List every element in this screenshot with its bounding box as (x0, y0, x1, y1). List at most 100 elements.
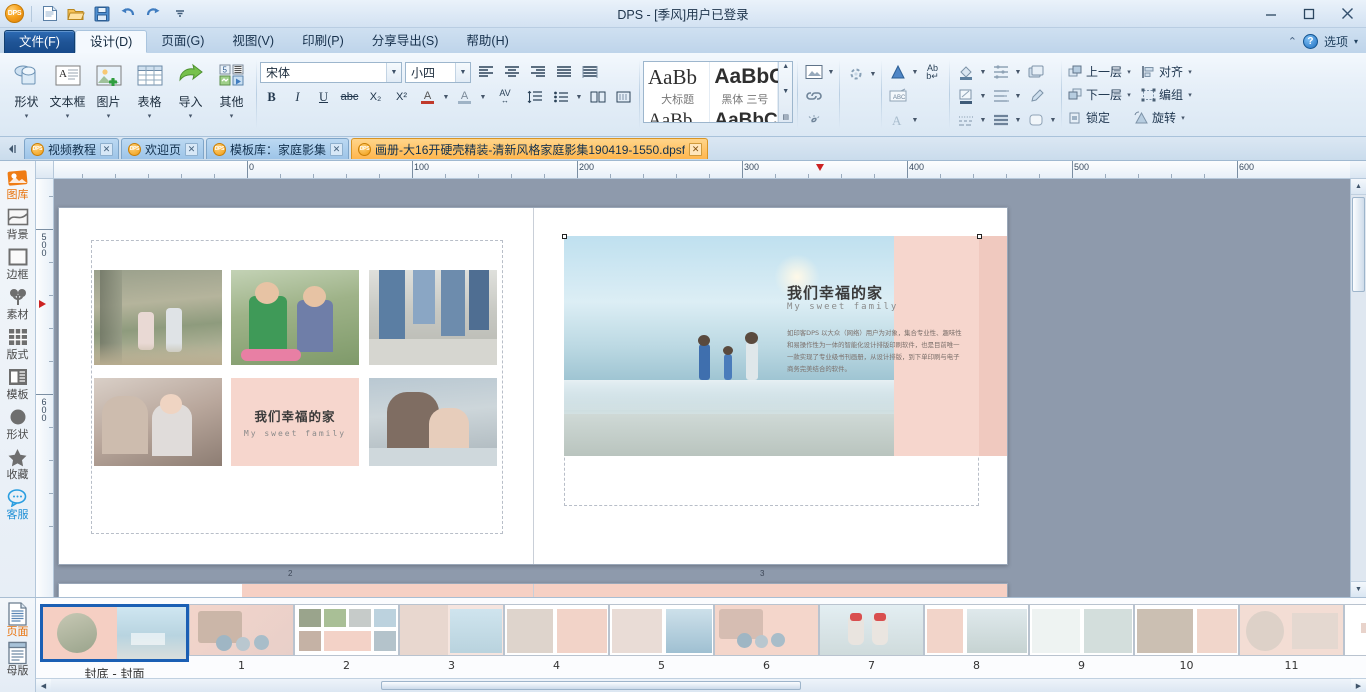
panel-tab-pages[interactable]: 页面 (0, 600, 36, 639)
chevron-down-icon[interactable] (169, 3, 190, 24)
insert-picture-button[interactable]: 图片 ▾ (88, 57, 129, 121)
character-spacing-button[interactable]: AV ↔ (490, 86, 520, 108)
menu-item-design[interactable]: 设计(D) (75, 30, 147, 53)
image-frame-tool-button[interactable] (801, 61, 826, 83)
chevron-down-icon[interactable]: ▼ (1014, 69, 1022, 76)
chevron-down-icon[interactable]: ▼ (455, 63, 470, 82)
app-logo-icon[interactable]: DPS (5, 4, 24, 23)
sidebar-item-layout[interactable]: 版式 (0, 323, 36, 363)
cover-title-en[interactable]: My sweet family (787, 302, 987, 312)
document-tab-video-tutorial[interactable]: DPS 视频教程 ✕ (24, 138, 119, 159)
selection-handle[interactable] (562, 234, 567, 239)
photo-grid-cell-2[interactable] (231, 270, 359, 365)
chevron-down-icon[interactable]: ▾ (66, 113, 70, 121)
menu-item-help[interactable]: 帮助(H) (452, 30, 522, 53)
selection-handle[interactable] (977, 234, 982, 239)
chevron-down-icon[interactable]: ▾ (1186, 91, 1194, 99)
sidebar-item-shape[interactable]: 形状 (0, 403, 36, 443)
unlink-tool-button[interactable] (801, 109, 826, 131)
align-right-button[interactable] (526, 61, 549, 83)
page-spread-current[interactable]: 我们幸福的家 My sweet family (58, 207, 1008, 565)
sidebar-item-border[interactable]: 边框 (0, 243, 36, 283)
menu-item-page[interactable]: 页面(G) (147, 30, 218, 53)
page-thumbnail-6[interactable]: 6 (714, 604, 819, 672)
open-folder-icon[interactable] (65, 3, 86, 24)
chevron-down-icon[interactable]: ▾ (107, 113, 111, 121)
italic-button[interactable]: I (286, 86, 309, 108)
align-center-button[interactable] (500, 61, 523, 83)
save-disk-icon[interactable] (91, 3, 112, 24)
chevron-down-icon[interactable]: ▼ (575, 94, 583, 101)
effects-tool-button[interactable] (843, 63, 868, 85)
options-caret-icon[interactable]: ▾ (1354, 37, 1358, 46)
document-canvas[interactable]: 我们幸福的家 My sweet family (54, 179, 1350, 597)
page-thumbnail-3[interactable]: 3 (399, 604, 504, 672)
maximize-button[interactable] (1290, 0, 1328, 28)
close-icon[interactable]: ✕ (689, 143, 702, 156)
caption-block-left-page[interactable]: 我们幸福的家 My sweet family (231, 378, 359, 466)
sidebar-item-favorites[interactable]: 收藏 (0, 443, 36, 483)
highlight-color-button[interactable]: A (453, 86, 476, 108)
align-objects-button[interactable]: 对齐 ▾ (1138, 61, 1197, 82)
underline-button[interactable]: U (312, 86, 335, 108)
page-thumbnail-10[interactable]: 10 (1134, 604, 1239, 672)
minimize-button[interactable] (1252, 0, 1290, 28)
columns-button[interactable] (586, 86, 609, 108)
undo-arrow-icon[interactable] (117, 3, 138, 24)
line-color-tool-button[interactable] (953, 85, 978, 107)
scroll-left-icon[interactable]: ◀ (36, 679, 51, 692)
menu-item-print[interactable]: 印刷(P) (288, 30, 358, 53)
wordart-tool-button[interactable] (885, 61, 910, 83)
dashed-line-tool-button[interactable] (953, 109, 978, 131)
chevron-down-icon[interactable]: ▾ (148, 113, 152, 121)
collapse-ribbon-icon[interactable]: ⌃ (1288, 35, 1297, 48)
close-icon[interactable]: ✕ (185, 143, 198, 156)
close-icon[interactable]: ✕ (100, 143, 113, 156)
font-family-select[interactable]: 宋体 ▼ (260, 62, 402, 83)
sidebar-item-material[interactable]: 素材 (0, 283, 36, 323)
fill-color-tool-button[interactable] (953, 61, 978, 83)
page-thumbnail-strip[interactable]: 封底 - 封面 1 (36, 598, 1366, 692)
bold-button[interactable]: B (260, 86, 283, 108)
chevron-down-icon[interactable]: ▾ (1186, 68, 1194, 76)
chevron-down-icon[interactable]: ▾ (1125, 68, 1133, 76)
send-backward-button[interactable]: 下一层 ▾ (1065, 84, 1136, 105)
page-thumbnail-7[interactable]: 7 (819, 604, 924, 672)
menu-item-view[interactable]: 视图(V) (218, 30, 288, 53)
options-button[interactable]: 选项 (1324, 33, 1348, 50)
page-thumbnail-2[interactable]: 2 (294, 604, 399, 672)
style-gallery-item-0[interactable]: AaBb 大标题 AaBb (644, 62, 710, 122)
sidebar-item-template[interactable]: 模板 (0, 363, 36, 403)
photo-grid-cell-3[interactable] (369, 270, 497, 365)
style-gallery-scrollbar[interactable]: ▲ ▼ ▤ (778, 62, 792, 122)
bullet-list-button[interactable] (549, 86, 572, 108)
chevron-down-icon[interactable]: ▼ (1014, 117, 1022, 124)
align-justify-button[interactable] (552, 61, 575, 83)
rounded-rect-tool-button[interactable] (1023, 109, 1048, 131)
page-thumbnail-5[interactable]: 5 (609, 604, 714, 672)
vertical-ruler[interactable]: 500 600 (36, 179, 54, 597)
document-tab-active-album[interactable]: DPS 画册-大16开硬壳精装-清新风格家庭影集190419-1550.dpsf… (351, 138, 708, 159)
document-tab-template-library[interactable]: DPS 模板库：家庭影集 ✕ (206, 138, 349, 159)
superscript-button[interactable]: X² (390, 86, 413, 108)
chevron-down-icon[interactable]: ▼ (911, 69, 919, 76)
lock-button[interactable]: 锁定 (1065, 107, 1113, 128)
menu-item-file[interactable]: 文件(F) (4, 30, 75, 53)
line-weight-tool-button[interactable] (988, 61, 1013, 83)
chevron-down-icon[interactable]: ▼ (1049, 117, 1057, 124)
line-spacing-button[interactable] (523, 86, 546, 108)
brush-tool-button[interactable] (1023, 85, 1048, 107)
ruler-corner[interactable] (36, 161, 54, 179)
other-tools-button[interactable]: 5 其他 ▾ (211, 57, 252, 121)
gallery-more-icon[interactable]: ▤ (782, 113, 789, 121)
rotate-button[interactable]: 旋转 ▾ (1131, 107, 1190, 128)
link-tool-button[interactable] (801, 85, 826, 107)
font-color-button[interactable]: A (416, 86, 439, 108)
font-size-select[interactable]: 小四 ▼ (405, 62, 471, 83)
chevron-down-icon[interactable]: ▼ (869, 71, 877, 78)
menu-item-share-export[interactable]: 分享导出(S) (358, 30, 453, 53)
chevron-down-icon[interactable]: ▼ (386, 63, 401, 82)
insert-textbox-button[interactable]: A 文本框 ▾ (47, 57, 88, 121)
photo-grid-cell-1[interactable] (94, 270, 222, 365)
scroll-right-icon[interactable]: ▶ (1351, 679, 1366, 692)
